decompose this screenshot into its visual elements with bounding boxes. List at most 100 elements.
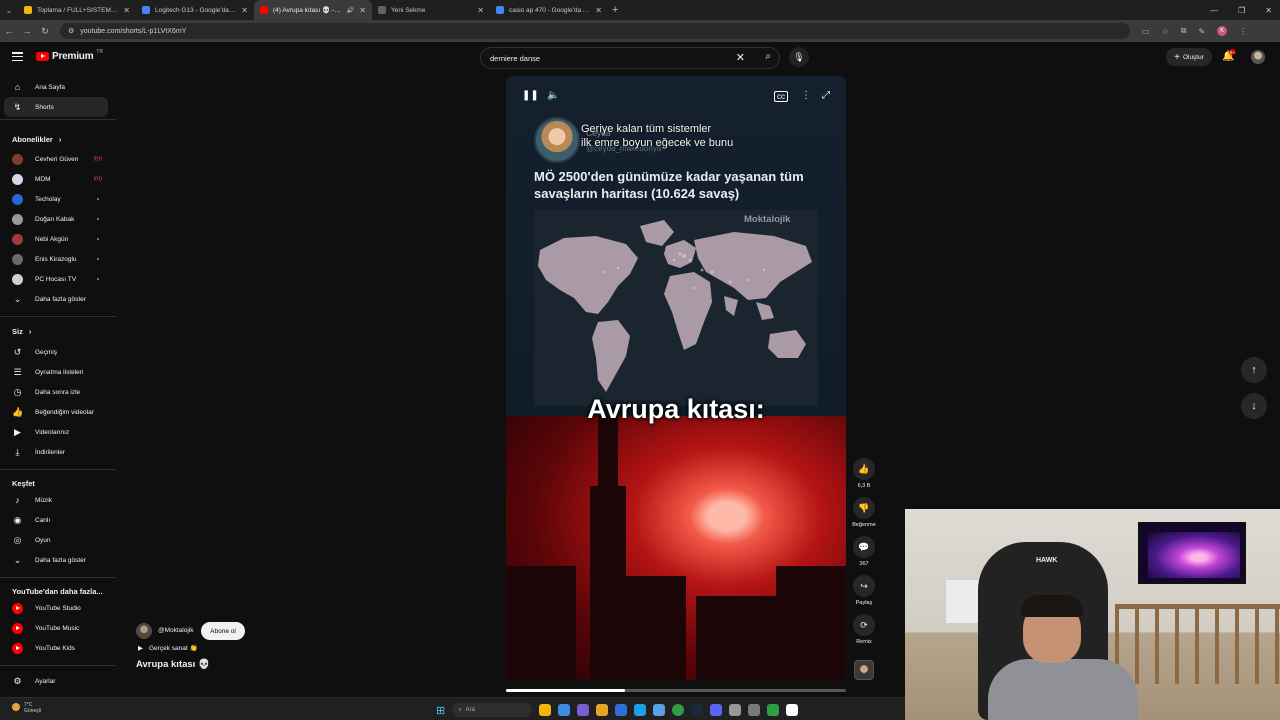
sidebar-item[interactable]: YouTube Studio xyxy=(4,598,108,618)
share-action[interactable]: ↪ Paylaş xyxy=(852,575,876,606)
folder-app-icon[interactable] xyxy=(596,704,609,716)
search-icon[interactable]: ⌕ xyxy=(765,51,771,62)
sidebar-item[interactable]: PC Hocası TV xyxy=(4,269,108,289)
more-options-icon[interactable]: ⋮ xyxy=(801,90,811,101)
sidebar-item[interactable]: ☰ Oynatma listeleri xyxy=(4,362,108,382)
remix-action[interactable]: ⟳ Remix xyxy=(852,614,876,645)
previous-short-button[interactable]: ↑ xyxy=(1241,357,1267,383)
steam-app-icon[interactable] xyxy=(691,704,704,716)
menu-icon[interactable] xyxy=(12,52,23,61)
account-avatar[interactable] xyxy=(1251,50,1265,64)
sidebar-item[interactable]: Nebi Akgün xyxy=(4,229,108,249)
cast-icon[interactable]: ▭ xyxy=(1142,27,1150,36)
browser-menu-icon[interactable]: ⋮ xyxy=(1239,27,1247,36)
new-tab-button[interactable]: + xyxy=(612,4,618,16)
sidebar-section-title[interactable]: Abonelikler › xyxy=(12,135,61,144)
media-app-icon[interactable] xyxy=(767,704,780,716)
back-icon[interactable]: ← xyxy=(0,26,18,36)
sidebar-section-title[interactable]: YouTube'dan daha fazla... xyxy=(12,587,103,596)
sidebar-section-title[interactable]: Siz › xyxy=(12,327,31,336)
subscribe-button[interactable]: Abone ol xyxy=(201,622,245,640)
sidebar-item[interactable]: ♪ Müzik xyxy=(4,490,108,510)
sidebar-item[interactable]: ↺ Geçmiş xyxy=(4,342,108,362)
browser-tab[interactable]: Logitech G13 - Google'da Ara ✕ xyxy=(136,0,254,20)
sidebar-item[interactable]: ⤓ İndirilenler xyxy=(4,442,108,462)
settings-app-icon[interactable] xyxy=(729,704,742,716)
maximize-icon[interactable]: ❐ xyxy=(1238,6,1245,15)
next-short-button[interactable]: ↓ xyxy=(1241,393,1267,419)
volume-icon[interactable]: 🔈 xyxy=(547,90,559,101)
mail-app-icon[interactable] xyxy=(615,704,628,716)
profile-avatar[interactable]: K xyxy=(1217,26,1228,36)
tab-search-icon[interactable]: ⌄ xyxy=(0,0,18,20)
tab-close-icon[interactable]: ✕ xyxy=(241,6,248,15)
reload-icon[interactable]: ↻ xyxy=(36,26,54,37)
close-window-icon[interactable]: ✕ xyxy=(1265,6,1272,15)
edge-app-icon[interactable] xyxy=(634,704,647,716)
sidebar-item[interactable]: MDM ((•)) xyxy=(4,169,108,189)
browser-tab[interactable]: casio ap 470 - Google'da Ara ✕ xyxy=(490,0,608,20)
comments-action[interactable]: 💬 367 xyxy=(852,536,876,567)
video-progress-bar[interactable] xyxy=(506,689,846,692)
fullscreen-icon[interactable]: ⤢ xyxy=(822,90,830,101)
tab-close-icon[interactable]: ✕ xyxy=(477,6,484,15)
captions-icon[interactable]: cc xyxy=(774,91,788,102)
bookmark-star-icon[interactable]: ☆ xyxy=(1162,27,1169,36)
sidebar-item[interactable]: ↯ Shorts xyxy=(4,97,108,117)
like-action[interactable]: 👍 6,3 B xyxy=(852,458,876,489)
youtube-premium-logo[interactable]: Premium TR xyxy=(36,49,103,62)
extensions-icon[interactable]: ⧉ xyxy=(1181,26,1187,36)
gpu-app-icon[interactable] xyxy=(748,704,761,716)
browser-tab[interactable]: Toplama / FULL+SİSTEM sahibi ✕ xyxy=(18,0,136,20)
tab-close-icon[interactable]: ✕ xyxy=(595,6,602,15)
player-app-icon[interactable] xyxy=(786,704,799,716)
forward-icon[interactable]: → xyxy=(18,26,36,36)
sidebar-item[interactable]: 👍 Beğendiğim videolar xyxy=(4,402,108,422)
weather-widget[interactable]: 7°C Güneşli xyxy=(24,702,41,714)
files-app-icon[interactable] xyxy=(558,704,571,716)
like-icon[interactable]: 👍 xyxy=(853,458,875,480)
sidebar-item[interactable]: ◎ Oyun xyxy=(4,530,108,550)
channel-avatar[interactable] xyxy=(136,623,152,639)
sidebar-item[interactable]: ◉ Canlı xyxy=(4,510,108,530)
weather-icon[interactable] xyxy=(12,703,20,711)
pause-icon[interactable]: ❚❚ xyxy=(522,90,539,101)
sidebar-item[interactable]: YouTube Kids xyxy=(4,638,108,658)
channel-name[interactable]: @Moktalojik xyxy=(158,627,194,634)
edit-icon[interactable]: ✎ xyxy=(1198,27,1205,36)
photos-app-icon[interactable] xyxy=(653,704,666,716)
store-app-icon[interactable] xyxy=(577,704,590,716)
sidebar-item[interactable]: Cevheri Güven ((•)) xyxy=(4,149,108,169)
windows-start-icon[interactable]: ⊞ xyxy=(436,704,445,717)
tab-close-icon[interactable]: ✕ xyxy=(359,6,366,15)
dislike-icon[interactable]: 👎 xyxy=(853,497,875,519)
sidebar-section-title[interactable]: Keşfet xyxy=(12,479,35,488)
sidebar-item[interactable]: ⌄ Daha fazla göster xyxy=(4,289,108,309)
minimize-icon[interactable]: — xyxy=(1210,6,1218,15)
clear-search-icon[interactable]: ✕ xyxy=(736,51,745,64)
tab-close-icon[interactable]: ✕ xyxy=(123,6,130,15)
browser-tab[interactable]: Yeni Sekme ✕ xyxy=(372,0,490,20)
comments-icon[interactable]: 💬 xyxy=(853,536,875,558)
share-icon[interactable]: ↪ xyxy=(853,575,875,597)
create-button[interactable]: + Oluştur xyxy=(1166,48,1212,66)
discord-app-icon[interactable] xyxy=(710,704,723,716)
tab-audio-icon[interactable]: 🔊 xyxy=(347,7,354,14)
voice-search-icon[interactable]: 🎙 xyxy=(789,47,809,67)
search-input[interactable]: derniere danse ✕ ⌕ xyxy=(480,47,780,69)
sound-thumbnail[interactable] xyxy=(854,660,874,680)
sidebar-item[interactable]: Doğan Kabak xyxy=(4,209,108,229)
shorts-player[interactable]: Ceyda @ceyda_makedonya Geriye kalan tüm … xyxy=(506,76,846,680)
site-info-icon[interactable]: ⚙ xyxy=(68,27,74,35)
dislike-action[interactable]: 👎 Beğenme xyxy=(852,497,876,528)
sidebar-item[interactable]: ⚙ Ayarlar xyxy=(4,671,108,691)
sidebar-item[interactable]: Enis Kirazoglu xyxy=(4,249,108,269)
sidebar-item[interactable]: ◷ Daha sonra izle xyxy=(4,382,108,402)
sidebar-item[interactable]: Techolay xyxy=(4,189,108,209)
remix-icon[interactable]: ⟳ xyxy=(853,614,875,636)
sidebar-item[interactable]: ▶ Videolarınız xyxy=(4,422,108,442)
browser-tab[interactable]: (4) Avrupa kıtası 💀 - YouT 🔊 ✕ xyxy=(254,0,372,20)
url-field[interactable]: ⚙ youtube.com/shorts/L-p1LVtX6mY xyxy=(60,23,1130,39)
chrome-app-icon[interactable] xyxy=(672,704,685,716)
taskbar-search[interactable]: ⌕ Ara xyxy=(452,703,533,717)
